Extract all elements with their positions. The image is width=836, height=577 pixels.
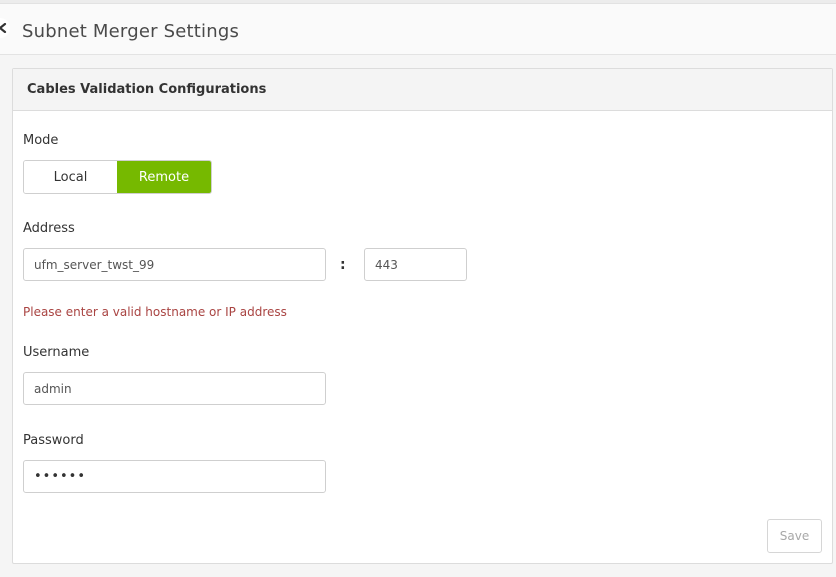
password-input[interactable]: [23, 460, 326, 493]
save-button[interactable]: Save: [767, 519, 822, 553]
mode-label: Mode: [23, 133, 59, 148]
page-title: Subnet Merger Settings: [22, 21, 240, 42]
mode-remote-button[interactable]: Remote: [117, 161, 211, 193]
page-header: Subnet Merger Settings: [0, 4, 836, 55]
mode-local-button[interactable]: Local: [24, 161, 117, 193]
address-error-message: Please enter a valid hostname or IP addr…: [23, 305, 287, 319]
back-arrow-icon: [0, 23, 7, 33]
username-input[interactable]: [23, 372, 326, 405]
username-label: Username: [23, 345, 90, 360]
address-port-separator: :: [340, 257, 346, 273]
mode-toggle-group: Local Remote: [23, 160, 212, 194]
address-host-input[interactable]: [23, 248, 326, 281]
address-label: Address: [23, 221, 75, 236]
panel-header: Cables Validation Configurations: [13, 69, 832, 111]
password-label: Password: [23, 433, 84, 448]
address-port-input[interactable]: [364, 248, 467, 281]
cables-validation-panel: Cables Validation Configurations Mode Lo…: [12, 68, 833, 564]
back-button[interactable]: [0, 18, 10, 38]
panel-title: Cables Validation Configurations: [27, 82, 267, 97]
